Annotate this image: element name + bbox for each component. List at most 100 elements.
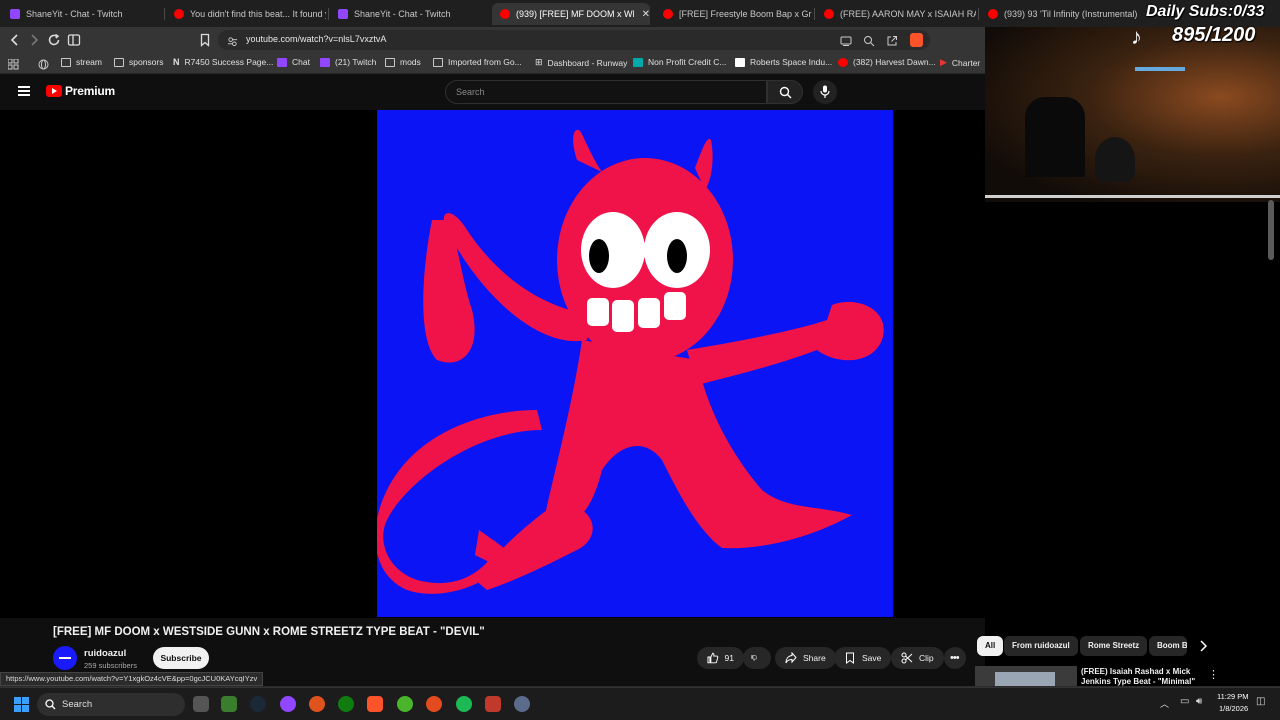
back-icon[interactable] xyxy=(7,32,23,48)
clock-time[interactable]: 11:29 PM xyxy=(1217,692,1249,701)
daily-subs-overlay: Daily Subs:0/33 xyxy=(1146,3,1265,20)
youtube-premium-logo[interactable]: Premium xyxy=(46,84,115,98)
clock-date[interactable]: 1/8/2026 xyxy=(1219,704,1248,713)
twitch-icon xyxy=(277,57,287,67)
person-shape xyxy=(1095,137,1135,182)
tab-you-didnt-find[interactable]: You didn't find this beat... It found yo xyxy=(166,3,326,25)
spotify-icon[interactable] xyxy=(456,696,472,712)
tab-label: (939) [FREE] MF DOOM x WESTS xyxy=(516,9,634,19)
sidebar-toggle-icon[interactable] xyxy=(66,32,82,48)
tab-93-til-infinity[interactable]: (939) 93 'Til Infinity (Instrumental) - xyxy=(980,3,1140,25)
bookmark-imported[interactable]: Imported from Go... xyxy=(433,57,522,67)
channel-avatar[interactable] xyxy=(53,646,77,670)
chip-rome-streetz[interactable]: Rome Streetz xyxy=(1080,636,1148,656)
tab-aaron-may[interactable]: (FREE) AARON MAY x ISAIAH RASHA xyxy=(816,3,976,25)
chevron-up-icon[interactable]: ︿ xyxy=(1160,697,1169,710)
url-text: youtube.com/watch?v=nlsL7vxztvA xyxy=(246,34,387,44)
zoom-icon[interactable] xyxy=(863,34,875,52)
chip-all[interactable]: All xyxy=(977,636,1004,656)
subscribe-button[interactable]: Subscribe xyxy=(153,647,209,669)
bookmark-label: sponsors xyxy=(129,57,164,67)
brave-browser-icon[interactable] xyxy=(367,696,383,712)
task-view-icon[interactable] xyxy=(193,696,209,712)
dislike-button[interactable] xyxy=(743,647,771,669)
twitch-icon xyxy=(320,57,330,67)
site-info-icon[interactable] xyxy=(227,34,238,52)
nvidia-icon[interactable] xyxy=(221,696,237,712)
bookmark-non-profit[interactable]: Non Profit Credit C... xyxy=(633,57,726,67)
clip-button[interactable]: Clip xyxy=(891,647,944,669)
tab-shaneyit-chat-2[interactable]: ShaneYit - Chat - Twitch xyxy=(330,3,490,25)
close-tab-icon[interactable]: ✕ xyxy=(642,9,650,20)
razer-icon[interactable] xyxy=(397,696,413,712)
logo-text: Premium xyxy=(65,84,115,98)
share-button[interactable]: Share xyxy=(775,647,836,669)
bookmark-stream[interactable]: stream xyxy=(61,57,102,67)
tab-shaneyit-chat-1[interactable]: ShaneYit - Chat - Twitch xyxy=(2,3,162,25)
obs-app-icon[interactable] xyxy=(426,696,442,712)
cast-icon[interactable] xyxy=(840,34,852,52)
recommended-video-title[interactable]: (FREE) Isaiah Rashad x Mick Jenkins Type… xyxy=(1081,667,1206,687)
bookmark-harvest-dawn[interactable]: (382) Harvest Dawn... xyxy=(838,57,936,67)
tab-freestyle-boom-bap[interactable]: [FREE] Freestyle Boom Bap x Griselda xyxy=(655,3,812,25)
video-frame-devil-artwork[interactable] xyxy=(377,110,893,617)
more-actions-button[interactable]: ••• xyxy=(944,647,966,669)
tab-label: You didn't find this beat... It found yo xyxy=(190,9,326,19)
like-button[interactable]: 91 xyxy=(697,647,744,669)
reload-icon[interactable] xyxy=(46,32,62,48)
bookmark-chat[interactable]: Chat xyxy=(277,57,310,67)
taskbar-search-label: Search xyxy=(62,699,93,710)
like-count: 91 xyxy=(724,653,734,663)
channel-name[interactable]: ruidoazul xyxy=(84,648,126,659)
more-vertical-icon[interactable]: ⋮ xyxy=(1208,668,1219,681)
address-bar[interactable]: youtube.com/watch?v=nlsL7vxztvA xyxy=(218,30,930,50)
video-player[interactable] xyxy=(0,110,985,618)
steam-icon[interactable] xyxy=(250,696,266,712)
recommended-video-thumbnail[interactable] xyxy=(975,666,1077,686)
volume-icon[interactable]: 🔊︎ xyxy=(1196,696,1202,707)
youtube-header: Premium Search xyxy=(0,74,985,110)
tab-active-mf-doom[interactable]: (939) [FREE] MF DOOM x WESTS ✕ xyxy=(492,3,650,25)
thumbs-down-icon xyxy=(751,655,757,661)
youtube-icon xyxy=(500,9,510,19)
apps-grid-icon[interactable] xyxy=(7,57,19,75)
bookmark-label: Imported from Go... xyxy=(448,57,522,67)
twitch-app-icon[interactable] xyxy=(280,696,296,712)
chevron-right-icon[interactable] xyxy=(1197,639,1209,658)
search-input[interactable]: Search xyxy=(445,80,767,104)
tab-divider xyxy=(164,8,165,20)
forward-icon[interactable] xyxy=(26,32,42,48)
xbox-icon[interactable] xyxy=(338,696,354,712)
globe-icon[interactable] xyxy=(38,57,49,75)
search-icon xyxy=(779,86,792,99)
bookmark-sponsors[interactable]: sponsors xyxy=(114,57,164,67)
bookmark-charter[interactable]: ▶ Charter xyxy=(940,57,980,68)
chip-boom-bap[interactable]: Boom B xyxy=(1149,636,1187,656)
ea-app-icon[interactable] xyxy=(309,696,325,712)
voice-search-button[interactable] xyxy=(813,80,837,104)
save-button[interactable]: Save xyxy=(834,647,892,669)
bookmark-twitch[interactable]: (21) Twitch xyxy=(320,57,376,67)
chip-from-ruidoazul[interactable]: From ruidoazul xyxy=(1004,636,1078,656)
network-icon[interactable]: ▭ xyxy=(1180,696,1189,707)
brave-shield-icon[interactable] xyxy=(910,33,923,47)
bookmark-label: stream xyxy=(76,57,102,67)
bookmark-label: (21) Twitch xyxy=(335,57,377,67)
windows-start-icon[interactable] xyxy=(14,697,29,712)
youtube-icon xyxy=(824,9,834,19)
taskbar-search[interactable]: Search xyxy=(37,693,185,716)
share-page-icon[interactable] xyxy=(886,34,898,52)
page-scrollbar[interactable] xyxy=(1268,200,1274,260)
bookmark-icon[interactable] xyxy=(197,32,213,48)
chair-shape xyxy=(1025,97,1085,177)
settings-gear-icon[interactable] xyxy=(514,696,530,712)
bookmark-runway[interactable]: ⊞ Dashboard - Runway xyxy=(535,57,627,68)
bookmark-roberts-space[interactable]: Roberts Space Indu... xyxy=(735,57,832,67)
bookmark-r7450[interactable]: N R7450 Success Page... xyxy=(173,57,273,67)
bookmark-mods[interactable]: mods xyxy=(385,57,421,67)
search-button[interactable] xyxy=(767,80,803,104)
app-icon[interactable] xyxy=(485,696,501,712)
notification-icon[interactable]: ◫ xyxy=(1256,696,1265,707)
menu-icon[interactable] xyxy=(18,86,30,96)
devil-illustration xyxy=(377,129,884,594)
